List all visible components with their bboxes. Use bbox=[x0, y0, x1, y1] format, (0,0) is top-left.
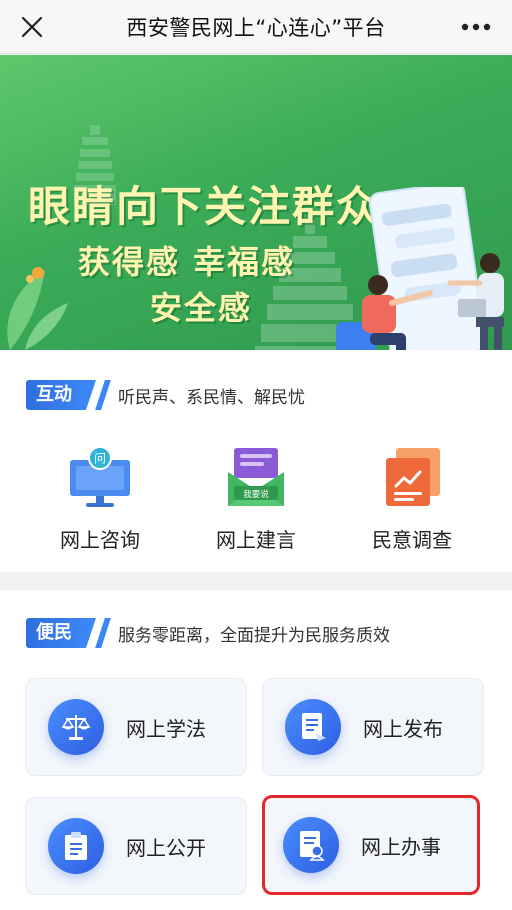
banner-slogan-line2: 获得感 幸福感 bbox=[78, 243, 296, 281]
convenience-section-header: 便民 服务零距离，全面提升为民服务质效 bbox=[26, 618, 390, 648]
svg-text:我要说: 我要说 bbox=[243, 489, 269, 500]
publish-icon bbox=[285, 699, 341, 755]
interaction-items: 问 网上咨询 我要说 网上建言 民意调查 bbox=[0, 446, 512, 556]
online-services-button[interactable]: 网上办事 bbox=[262, 795, 480, 895]
online-suggest-label: 网上建言 bbox=[216, 528, 296, 552]
online-services-label: 网上办事 bbox=[361, 834, 441, 859]
online-publish-button[interactable]: 网上发布 bbox=[262, 678, 484, 776]
tag-slash-decoration bbox=[95, 380, 111, 410]
online-publish-label: 网上发布 bbox=[363, 716, 443, 741]
online-consult-item[interactable]: 问 网上咨询 bbox=[25, 446, 175, 553]
online-disclosure-button[interactable]: 网上公开 bbox=[25, 797, 247, 895]
leaf-decoration-icon bbox=[7, 267, 68, 350]
top-bar: 西安警民网上“心连心”平台 bbox=[0, 0, 512, 54]
interaction-tag: 互动 bbox=[26, 380, 96, 410]
convenience-tag: 便民 bbox=[26, 618, 96, 648]
banner-slogan-line1: 眼睛向下关注群众 bbox=[28, 182, 381, 231]
interaction-description: 听民声、系民情、解民忧 bbox=[118, 387, 305, 408]
clipboard-icon bbox=[48, 818, 104, 874]
banner-slogan-line3: 安全感 bbox=[150, 289, 253, 327]
close-icon[interactable] bbox=[14, 9, 50, 45]
document-user-icon bbox=[283, 817, 339, 873]
interaction-section: 互动 听民声、系民情、解民忧 问 网上咨询 我要说 网上建言 民意调查 bbox=[0, 350, 512, 572]
opinion-survey-label: 民意调查 bbox=[372, 528, 452, 552]
online-law-learning-label: 网上学法 bbox=[126, 716, 206, 741]
banner-carousel[interactable]: 眼睛向下关注群众 获得感 幸福感 安全感 bbox=[0, 55, 512, 350]
people-chat-illustration-icon bbox=[336, 187, 504, 350]
opinion-survey-item[interactable]: 民意调查 bbox=[337, 446, 487, 553]
online-law-learning-button[interactable]: 网上学法 bbox=[25, 678, 247, 776]
scales-icon bbox=[48, 699, 104, 755]
online-suggest-item[interactable]: 我要说 网上建言 bbox=[181, 446, 331, 553]
online-consult-label: 网上咨询 bbox=[60, 528, 140, 552]
svg-text:问: 问 bbox=[94, 452, 106, 466]
online-disclosure-label: 网上公开 bbox=[126, 835, 206, 860]
survey-icon bbox=[386, 448, 440, 506]
suggest-icon: 我要说 bbox=[228, 448, 284, 506]
page-title: 西安警民网上“心连心”平台 bbox=[126, 15, 386, 40]
convenience-description: 服务零距离，全面提升为民服务质效 bbox=[118, 625, 390, 646]
interaction-section-header: 互动 听民声、系民情、解民忧 bbox=[26, 380, 305, 410]
convenience-section: 便民 服务零距离，全面提升为民服务质效 网上学法 网上发布 网上公开 网上办事 bbox=[0, 590, 512, 910]
more-icon[interactable] bbox=[456, 9, 496, 45]
tag-slash-decoration bbox=[95, 618, 111, 648]
consult-icon: 问 bbox=[70, 446, 130, 507]
